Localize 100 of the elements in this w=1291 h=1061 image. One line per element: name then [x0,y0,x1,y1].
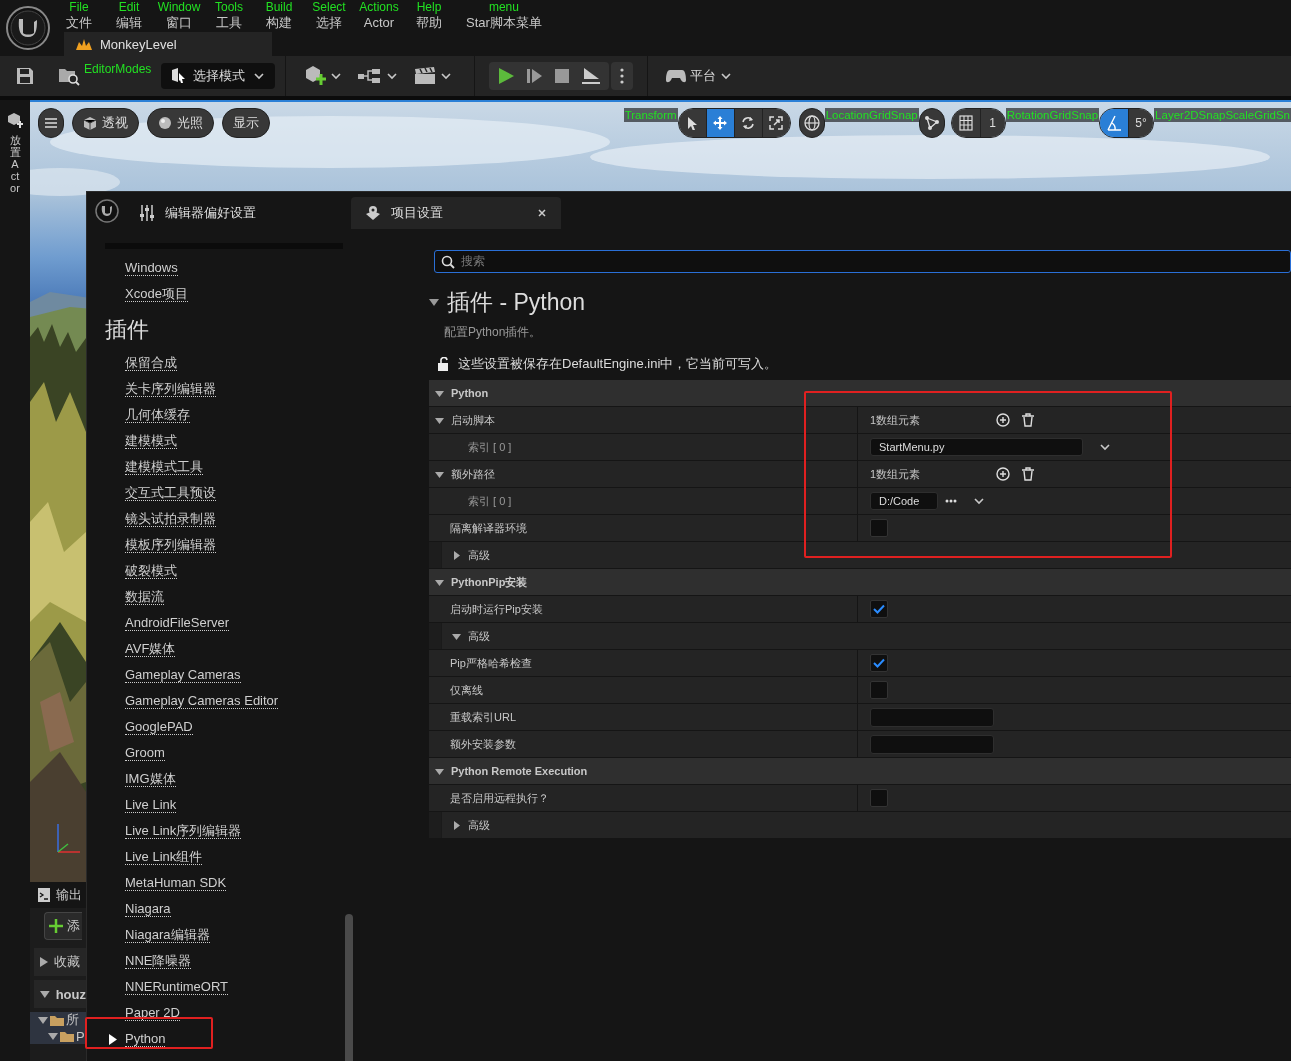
mode-dropdown[interactable]: 选择模式 [161,63,276,89]
transform-tool-button[interactable] [706,109,735,137]
menu-item[interactable]: 选择 [316,14,342,32]
checkbox[interactable] [870,600,888,618]
settings-tab[interactable]: 项目设置 [351,197,561,229]
grid-snap-button[interactable] [951,109,981,137]
delete-icon[interactable] [1022,467,1034,481]
menu-item[interactable]: 构建 [266,14,292,32]
rotation-snap-button[interactable] [1100,109,1130,137]
nav-link[interactable]: AndroidFileServer [125,615,230,631]
platforms-dropdown[interactable]: 平台 [662,67,737,85]
menu-item[interactable]: 工具 [216,14,242,32]
nav-link[interactable]: Live Link [125,797,177,813]
nav-link[interactable]: Windows [125,260,178,276]
nav-link[interactable]: Paper 2D [125,1005,180,1021]
caret-down-icon[interactable] [452,631,461,641]
text-field[interactable] [870,707,994,727]
nav-link[interactable]: Python [125,1031,166,1047]
folder-search-icon[interactable] [58,66,80,86]
checkbox[interactable] [870,681,888,699]
side-tab[interactable]: 放置Actor [9,134,21,195]
nav-link[interactable]: Gameplay Cameras [125,667,241,683]
eject-icon[interactable] [581,67,602,85]
nav-link[interactable]: 数据流 [125,589,164,605]
search-field[interactable]: 搜索 [434,250,1291,273]
nav-link[interactable]: Live Link序列编辑器 [125,823,242,839]
checkbox[interactable] [870,789,888,807]
property-label: 额外路径 [451,466,495,482]
section-header: PythonPip安装 [451,574,528,590]
nav-link[interactable]: MetaHuman SDK [125,875,227,891]
more-button[interactable] [611,62,634,90]
nav-link[interactable]: Niagara编辑器 [125,927,210,943]
add-icon[interactable] [996,467,1010,481]
nav-link[interactable]: NNE降噪器 [125,953,192,969]
nav-link[interactable]: Niagara [125,901,171,917]
stop-icon[interactable] [555,69,570,83]
browse-icon[interactable] [945,499,957,503]
nav-link[interactable]: Groom [125,745,165,761]
caret-right-icon[interactable] [452,550,461,560]
checkbox[interactable] [870,519,888,537]
menu-item[interactable]: 窗口 [166,14,192,32]
tree-row[interactable]: 收藏 [34,948,86,976]
menu-item[interactable]: 帮助 [416,14,442,32]
nav-link[interactable]: 保留合成 [125,355,177,371]
nav-link[interactable]: 镜头试拍录制器 [125,511,216,527]
caret-down-icon[interactable] [435,388,444,398]
chevron-down-icon[interactable] [973,496,985,506]
chevron-down-icon[interactable] [1099,442,1111,452]
property-label: 重载索引URL [450,709,516,725]
combo-field[interactable]: StartMenu.py [870,438,1083,456]
settings-tab[interactable]: 编辑器偏好设置 [125,197,327,229]
view-button[interactable]: 光照 [147,108,214,138]
menu-item[interactable]: 编辑 [116,14,142,32]
folder-row[interactable]: P [30,1028,86,1044]
property-label: 额外安装参数 [450,736,516,752]
checkbox[interactable] [870,654,888,672]
add-button[interactable]: 添 [44,912,82,940]
add-icon[interactable] [996,413,1010,427]
menu-item[interactable]: 文件 [66,14,92,32]
menu-item[interactable]: Actor [363,14,395,32]
transform-tool-button[interactable] [678,109,707,137]
transform-tool-button[interactable] [734,109,763,137]
nav-link[interactable]: GooglePAD [125,719,193,735]
caret-down-icon[interactable] [435,577,444,587]
save-icon[interactable] [16,67,34,85]
nav-link[interactable]: 模板序列编辑器 [125,537,216,553]
caret-down-icon[interactable] [435,766,444,776]
nav-link[interactable]: 建模模式工具 [125,459,203,475]
nav-link[interactable]: Live Link组件 [125,849,203,865]
caret-down-icon[interactable] [435,469,444,479]
nav-link[interactable]: Gameplay Cameras Editor [125,693,279,709]
caret-right-icon[interactable] [452,820,461,830]
level-tab[interactable]: MonkeyLevel [64,32,272,56]
caret-down-icon[interactable] [435,415,444,425]
delete-icon[interactable] [1022,413,1034,427]
step-icon[interactable] [527,68,544,84]
scrollbar[interactable] [345,914,353,1061]
nav-link[interactable]: IMG媒体 [125,771,176,787]
caret-down-icon[interactable] [429,298,439,306]
nav-link[interactable]: Xcode项目 [125,286,188,302]
nav-link[interactable]: 几何体缓存 [125,407,190,423]
path-field[interactable]: D:/Code [870,492,938,510]
tree-row[interactable]: houz [34,980,86,1008]
app-logo[interactable] [6,6,50,50]
nav-link[interactable]: 关卡序列编辑器 [125,381,216,397]
nav-link[interactable]: 建模模式 [125,433,177,449]
nav-link[interactable]: NNERuntimeORT [125,979,229,995]
rotation-snap-value[interactable]: 5° [1129,109,1154,137]
folder-row[interactable]: 所 [30,1012,86,1028]
output-tab[interactable]: 输出 [30,882,86,908]
play-icon[interactable] [497,67,516,85]
menu-item[interactable]: Star脚本菜单 [466,14,542,32]
nav-link[interactable]: 交互式工具预设 [125,485,216,501]
nav-link[interactable]: AVF媒体 [125,641,176,657]
close-icon[interactable] [537,208,547,218]
view-button[interactable]: 透视 [72,108,139,138]
add-actor-icon[interactable] [7,112,23,128]
property-label: Pip严格哈希检查 [450,655,532,671]
text-field[interactable] [870,734,994,754]
nav-link[interactable]: 破裂模式 [125,563,177,579]
